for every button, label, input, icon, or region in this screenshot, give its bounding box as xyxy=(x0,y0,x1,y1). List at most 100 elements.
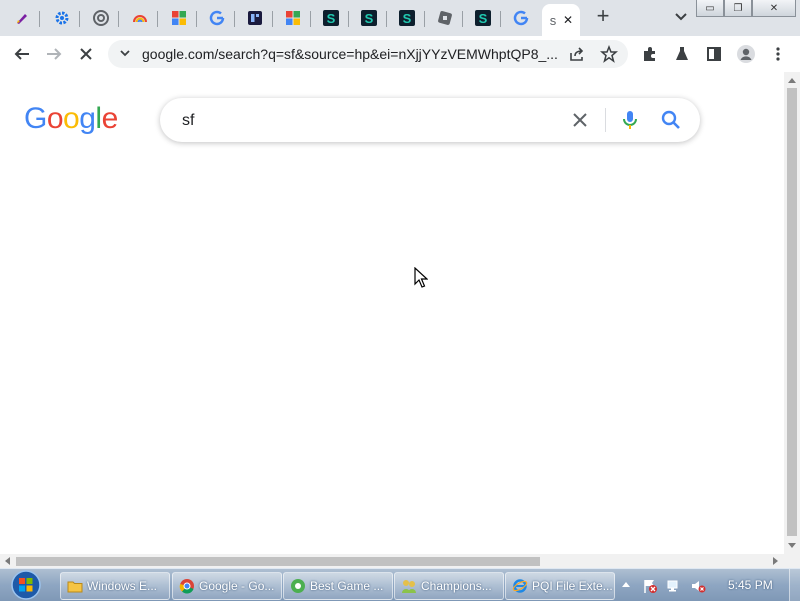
chrome-icon xyxy=(179,578,195,594)
scroll-up-arrow-icon[interactable] xyxy=(788,78,796,83)
tab-6[interactable] xyxy=(199,4,235,32)
scroll-down-arrow-icon[interactable] xyxy=(788,543,796,548)
svg-text:S: S xyxy=(403,11,412,26)
tab-12[interactable] xyxy=(427,4,463,32)
show-hidden-icons-arrow-icon[interactable] xyxy=(622,582,630,587)
svg-text:S: S xyxy=(479,11,488,26)
browser-toolbar: google.com/search?q=sf&source=hp&ei=nXjj… xyxy=(0,36,800,73)
taskbar-item-chrome[interactable]: Google - Go... xyxy=(172,572,282,600)
taskbar-item-label: Best Game ... xyxy=(310,579,384,593)
pen-icon xyxy=(14,10,30,26)
volume-muted-icon[interactable] xyxy=(690,578,706,594)
gear-icon xyxy=(54,10,70,26)
tab-3[interactable] xyxy=(83,4,119,32)
taskbar-item-label: Google - Go... xyxy=(199,579,275,593)
logo-letter: g xyxy=(79,102,96,135)
svg-text:S: S xyxy=(327,11,336,26)
logo-letter: o xyxy=(63,102,80,135)
clear-icon[interactable] xyxy=(570,110,590,130)
dark-grid-icon xyxy=(247,10,263,26)
labs-flask-icon[interactable] xyxy=(672,44,692,64)
tab-4[interactable] xyxy=(122,4,158,32)
tab-search-chevron-icon[interactable] xyxy=(672,8,690,26)
show-desktop-button[interactable] xyxy=(789,569,800,601)
multicolor-squares-icon xyxy=(171,10,187,26)
share-icon[interactable] xyxy=(568,45,586,68)
system-clock[interactable]: 5:45 PM xyxy=(728,578,773,592)
taskbar-item-windows-explorer[interactable]: Windows E... xyxy=(60,572,170,600)
people-icon xyxy=(401,578,417,594)
mouse-cursor-icon xyxy=(414,266,429,289)
forward-arrow-icon[interactable] xyxy=(44,44,64,64)
tab-active[interactable]: s ✕ xyxy=(542,4,580,36)
taskbar-item-best-game[interactable]: Best Game ... xyxy=(283,572,393,600)
horizontal-scrollbar[interactable] xyxy=(0,554,784,568)
profile-avatar-icon[interactable] xyxy=(736,44,756,64)
tab-13[interactable]: S xyxy=(465,4,501,32)
scroll-left-arrow-icon[interactable] xyxy=(5,557,10,565)
tab-1[interactable] xyxy=(4,4,40,32)
google-logo[interactable]: Google xyxy=(24,102,118,136)
new-tab-button[interactable]: + xyxy=(592,5,614,28)
tab-strip: S S S S s ✕ + ▭ ❐ ✕ xyxy=(0,0,800,36)
vertical-scrollbar[interactable] xyxy=(784,72,800,554)
s-app-icon: S xyxy=(361,10,377,26)
s-app-icon: S xyxy=(399,10,415,26)
horizontal-scroll-thumb[interactable] xyxy=(16,557,540,566)
stop-loading-icon[interactable] xyxy=(76,44,96,64)
side-panel-icon[interactable] xyxy=(704,44,724,64)
minimize-button[interactable]: ▭ xyxy=(696,0,724,17)
search-icon[interactable] xyxy=(660,109,682,131)
google-g-icon xyxy=(513,10,529,26)
tab-9[interactable]: S xyxy=(313,4,349,32)
taskbar-item-ie[interactable]: PQI File Exte... xyxy=(505,572,615,600)
taskbar: Windows E... Google - Go... Best Game ..… xyxy=(0,568,800,601)
network-icon[interactable] xyxy=(666,578,682,594)
microphone-icon[interactable] xyxy=(620,109,640,131)
close-tab-icon[interactable]: ✕ xyxy=(563,13,573,27)
multicolor-squares-icon xyxy=(285,10,301,26)
window-controls: ▭ ❐ ✕ xyxy=(696,0,796,17)
active-tab-label: s xyxy=(549,12,557,28)
bookmark-star-icon[interactable] xyxy=(600,44,618,68)
taskbar-item-label: Windows E... xyxy=(87,579,158,593)
close-window-button[interactable]: ✕ xyxy=(752,0,796,17)
taskbar-item-label: Champions... xyxy=(421,579,492,593)
tab-8[interactable] xyxy=(275,4,311,32)
rainbow-icon xyxy=(132,10,148,26)
chrome-icon xyxy=(93,10,109,26)
menu-kebab-icon[interactable] xyxy=(768,44,788,64)
search-box xyxy=(160,98,700,142)
search-input[interactable] xyxy=(180,108,564,134)
s-app-icon: S xyxy=(475,10,491,26)
back-arrow-icon[interactable] xyxy=(12,44,32,64)
chevron-down-icon[interactable] xyxy=(118,46,132,65)
taskbar-item-champions[interactable]: Champions... xyxy=(394,572,504,600)
logo-letter: o xyxy=(46,102,64,135)
logo-letter: G xyxy=(24,102,47,135)
start-button[interactable] xyxy=(8,569,44,601)
tab-11[interactable]: S xyxy=(389,4,425,32)
s-app-icon: S xyxy=(323,10,339,26)
tab-10[interactable]: S xyxy=(351,4,387,32)
vertical-scroll-thumb[interactable] xyxy=(787,88,797,536)
game-ball-icon xyxy=(290,578,306,594)
tab-7[interactable] xyxy=(237,4,273,32)
cube-icon xyxy=(437,10,453,26)
tab-5[interactable] xyxy=(161,4,197,32)
restore-button[interactable]: ❐ xyxy=(724,0,752,17)
extensions-puzzle-icon[interactable] xyxy=(640,44,660,64)
svg-text:S: S xyxy=(365,11,374,26)
taskbar-item-label: PQI File Exte... xyxy=(532,579,613,593)
search-divider xyxy=(605,108,606,132)
logo-letter: e xyxy=(101,102,119,135)
address-bar[interactable]: google.com/search?q=sf&source=hp&ei=nXjj… xyxy=(108,40,628,68)
tab-2[interactable] xyxy=(44,4,80,32)
scroll-right-arrow-icon[interactable] xyxy=(773,557,778,565)
scrollbar-corner xyxy=(784,554,800,568)
tab-14[interactable] xyxy=(503,4,539,32)
internet-explorer-icon xyxy=(512,578,528,594)
url-text[interactable]: google.com/search?q=sf&source=hp&ei=nXjj… xyxy=(142,46,562,62)
action-center-flag-icon[interactable] xyxy=(642,578,658,594)
folder-icon xyxy=(67,578,83,594)
